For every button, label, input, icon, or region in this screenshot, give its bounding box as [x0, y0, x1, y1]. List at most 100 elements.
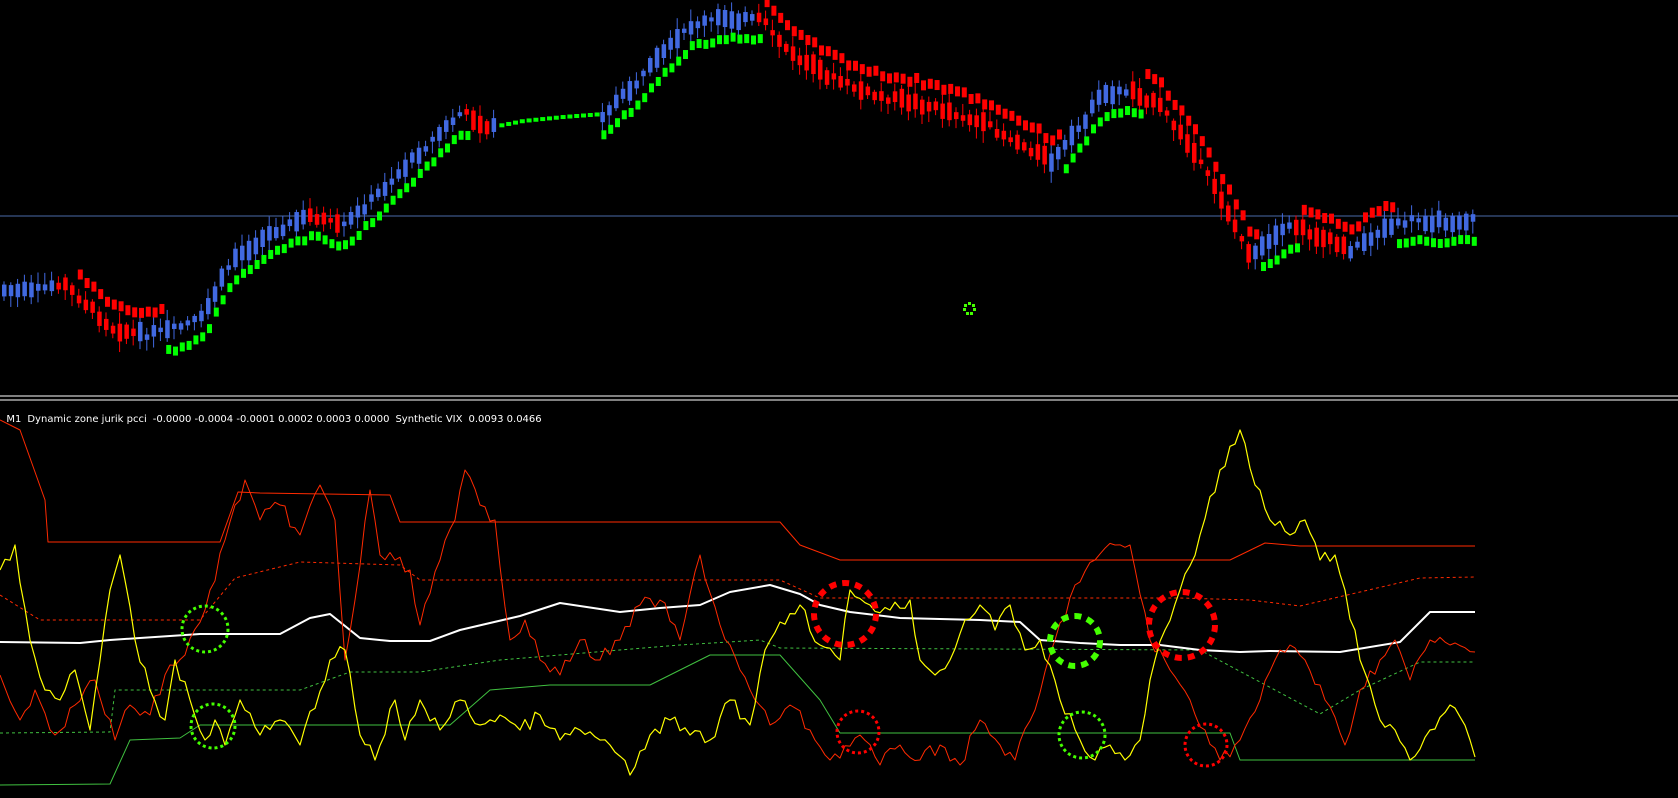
candle-body: [1362, 233, 1367, 252]
candle-body: [920, 99, 925, 115]
candle-body: [1328, 232, 1333, 245]
trail-stop-up: [560, 115, 566, 120]
trail-stop-up: [411, 177, 416, 187]
indicator1-values: -0.0000 -0.0004 -0.0001 0.0002 0.0003 0.…: [152, 414, 390, 425]
trail-stop-up: [621, 110, 627, 120]
trail-stop-up: [1138, 109, 1144, 119]
candle-body: [280, 224, 286, 237]
trail-stop-down: [989, 100, 994, 111]
trail-stop-up: [1125, 106, 1130, 116]
candle-body: [151, 325, 157, 337]
candle-body: [444, 120, 449, 132]
candle-body: [1212, 178, 1217, 195]
candle-body: [1273, 225, 1279, 245]
candle-body: [1300, 219, 1306, 236]
trail-stop-up: [717, 35, 722, 45]
trail-stop-up: [553, 115, 559, 120]
candle-body: [1192, 142, 1197, 163]
candle-body: [906, 94, 911, 112]
trail-stop-down: [1152, 74, 1158, 85]
trading-chart[interactable]: [0, 0, 1678, 798]
candle-body: [818, 59, 823, 80]
trail-stop-down: [819, 45, 824, 56]
candle-body: [430, 136, 435, 142]
candle-body: [981, 112, 986, 132]
trail-stop-up: [268, 249, 274, 259]
candle-body: [695, 21, 701, 29]
trail-stop-down: [778, 12, 784, 23]
candle-body: [144, 334, 150, 340]
candle-body: [138, 321, 143, 342]
candle-body: [437, 126, 442, 141]
trail-stop-up: [213, 307, 219, 317]
candle-body: [1028, 147, 1034, 157]
trail-stop-up: [370, 218, 376, 228]
candle-body: [56, 282, 61, 290]
trail-stop-up: [445, 143, 450, 153]
candle-body: [688, 21, 694, 35]
candle-body: [1151, 92, 1156, 108]
trail-stop-up: [1437, 238, 1443, 248]
candle-body: [892, 91, 898, 103]
trail-stop-up: [499, 123, 505, 128]
candle-body: [763, 18, 769, 26]
candle-body: [886, 97, 891, 104]
trail-stop-down: [1342, 221, 1348, 232]
candle-body: [1062, 140, 1068, 150]
trail-stop-up: [676, 56, 682, 66]
candle-body: [1382, 218, 1387, 238]
candle-body: [233, 248, 238, 268]
trail-stop-down: [1043, 133, 1049, 144]
trail-stop-down: [1322, 213, 1328, 224]
candle-body: [852, 84, 857, 92]
trail-stop-up: [404, 183, 410, 193]
trail-stop-up: [547, 116, 552, 121]
candle-body: [410, 152, 415, 163]
trail-stop-up: [451, 135, 457, 145]
candle-body: [716, 9, 721, 26]
candle-body: [804, 54, 809, 71]
candle-body: [83, 299, 89, 311]
trail-stop-up: [254, 260, 260, 270]
trail-stop-up: [315, 231, 321, 241]
trail-stop-up: [390, 195, 396, 205]
candle-body: [1049, 153, 1054, 172]
candle-body: [491, 118, 497, 132]
candle-body: [1260, 236, 1265, 256]
trail-stop-up: [309, 231, 314, 241]
trail-stop-up: [737, 34, 743, 44]
candle-body: [15, 283, 21, 298]
candle-body: [1069, 125, 1075, 146]
trail-stop-up: [1091, 124, 1096, 134]
signal-dot: [972, 304, 975, 307]
candle-body: [770, 30, 775, 36]
candle-body: [974, 115, 979, 128]
trail-stop-down: [1376, 206, 1382, 217]
trail-stop-up: [1417, 235, 1423, 245]
trail-stop-up: [417, 168, 423, 178]
candle-body: [49, 280, 55, 292]
trail-stop-down: [866, 66, 872, 77]
trail-stop-up: [186, 340, 192, 350]
candle-body: [97, 311, 102, 326]
trail-stop-down: [785, 20, 790, 31]
candle-body: [226, 265, 231, 270]
candle-body: [246, 240, 252, 261]
candle-body: [845, 78, 850, 86]
trail-stop-up: [683, 50, 688, 60]
trail-stop-down: [853, 60, 858, 71]
candle-body: [872, 91, 877, 101]
candle-body: [1056, 146, 1061, 160]
candle-body: [1416, 218, 1421, 223]
candle-body: [423, 146, 429, 152]
trail-stop-down: [1050, 135, 1056, 146]
trail-stop-down: [887, 73, 892, 84]
trail-stop-up: [424, 161, 430, 171]
indicator1-name: Dynamic zone jurik pcci: [27, 414, 147, 425]
candle-body: [185, 320, 191, 326]
candle-body: [1287, 222, 1292, 229]
trail-stop-down: [934, 80, 940, 91]
candle-body: [287, 219, 293, 227]
candle-body: [1198, 159, 1204, 165]
signal-dot: [963, 308, 966, 311]
